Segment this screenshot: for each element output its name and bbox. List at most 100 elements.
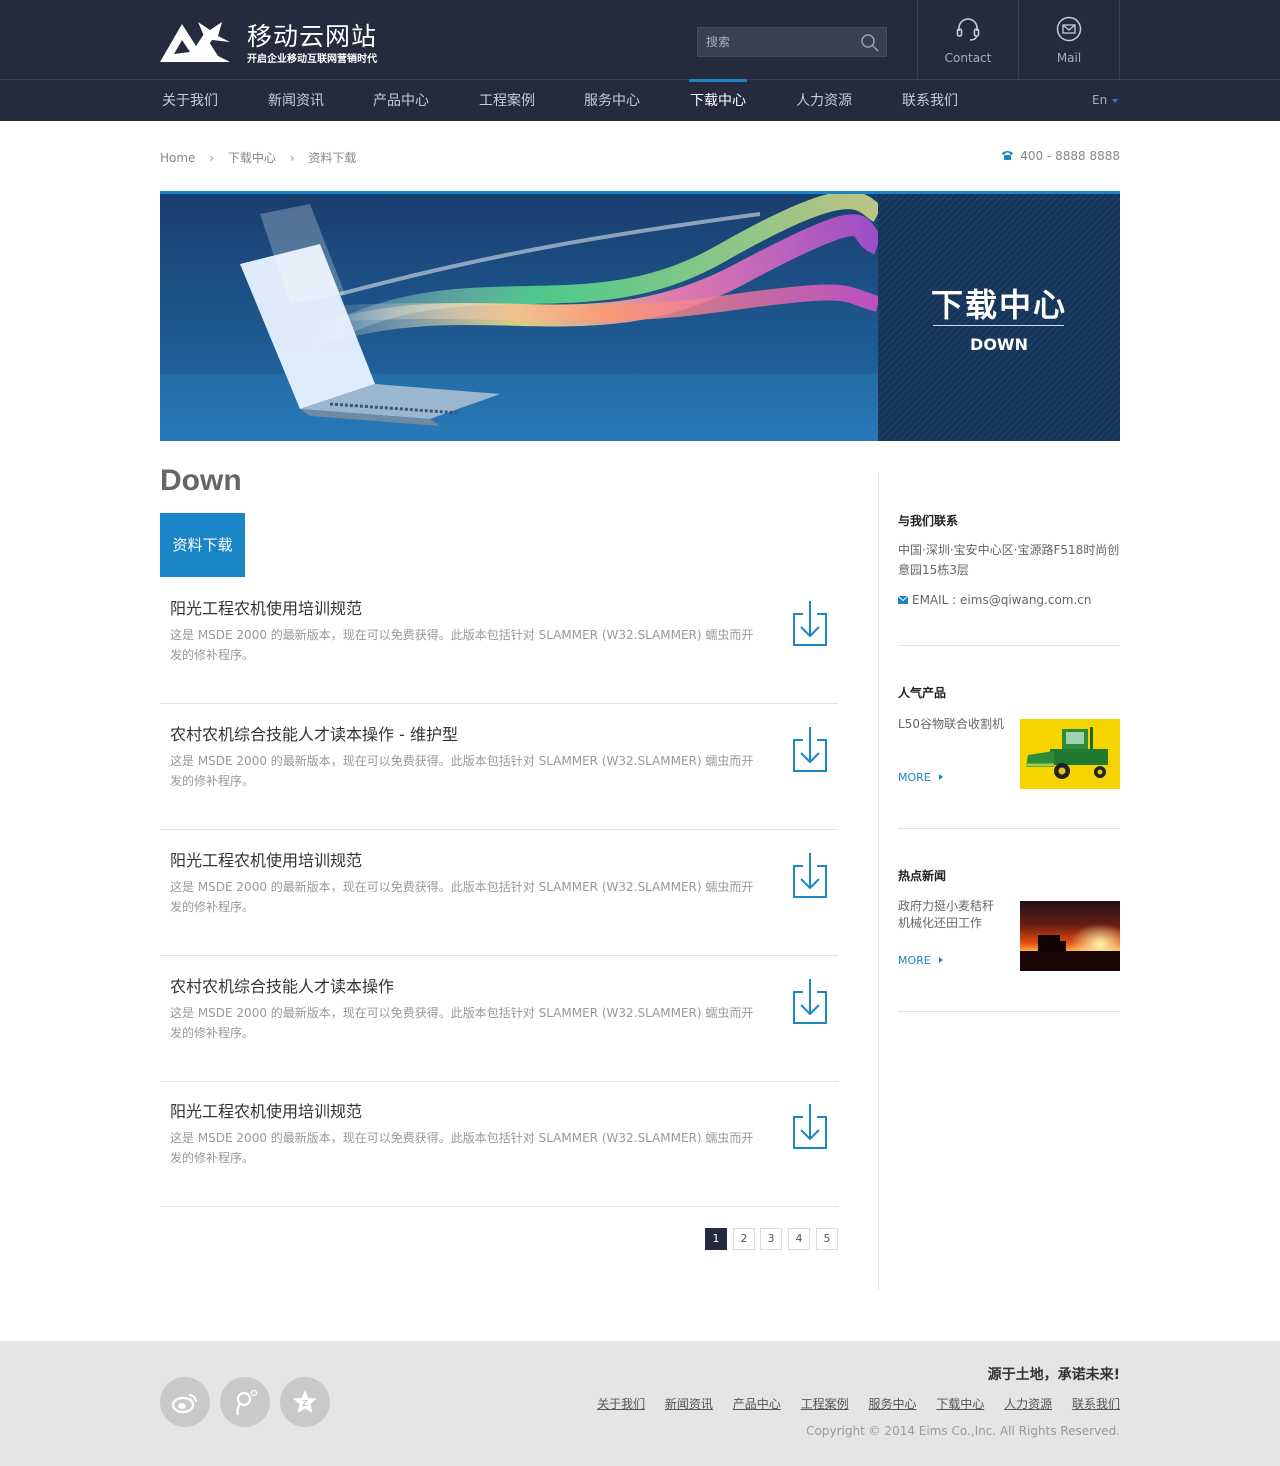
download-description: 这是 MSDE 2000 的最新版本，现在可以免费获得。此版本包括针对 SLAM… xyxy=(170,880,754,914)
laptop-light-image xyxy=(160,194,878,441)
caret-down-icon xyxy=(1112,98,1119,103)
logo-icon[interactable] xyxy=(160,20,230,62)
more-label: MORE xyxy=(898,954,931,967)
language-switcher[interactable]: En xyxy=(1092,93,1119,107)
sidebar-divider xyxy=(898,1011,1120,1012)
page-button-3[interactable]: 3 xyxy=(760,1228,782,1250)
footer-link-products[interactable]: 产品中心 xyxy=(733,1395,781,1412)
products-more-link[interactable]: MORE xyxy=(898,771,943,784)
list-item: 阳光工程农机使用培训规范 这是 MSDE 2000 的最新版本，现在可以免费获得… xyxy=(160,578,838,704)
page-button-1[interactable]: 1 xyxy=(705,1228,727,1250)
footer-link-cases[interactable]: 工程案例 xyxy=(801,1395,849,1412)
footer-link-download[interactable]: 下载中心 xyxy=(936,1395,984,1412)
contact-button[interactable]: Contact xyxy=(917,0,1018,80)
search-box xyxy=(697,27,887,57)
download-title[interactable]: 农村农机综合技能人才读本操作 xyxy=(170,973,394,997)
nav-item-hr[interactable]: 人力资源 xyxy=(779,81,869,121)
breadcrumb: Home › 下载中心 › 资料下载 xyxy=(160,149,356,166)
contact-heading: 与我们联系 xyxy=(898,514,959,528)
products-heading: 人气产品 xyxy=(898,686,947,700)
phone-icon xyxy=(1002,151,1014,160)
news-heading: 热点新闻 xyxy=(898,869,947,883)
download-description: 这是 MSDE 2000 的最新版本，现在可以免费获得。此版本包括针对 SLAM… xyxy=(170,1006,754,1040)
column-divider xyxy=(878,472,879,1290)
sunset-image xyxy=(1020,901,1120,971)
headset-icon xyxy=(956,18,980,41)
footer-link-news[interactable]: 新闻资讯 xyxy=(665,1395,713,1412)
banner-illustration xyxy=(160,194,878,441)
footer-link-hr[interactable]: 人力资源 xyxy=(1004,1395,1052,1412)
download-title[interactable]: 阳光工程农机使用培训规范 xyxy=(170,595,362,619)
list-item: 阳光工程农机使用培训规范 这是 MSDE 2000 的最新版本，现在可以免费获得… xyxy=(160,830,838,956)
nav-item-service[interactable]: 服务中心 xyxy=(567,81,657,121)
weibo-icon xyxy=(171,1394,197,1414)
product-name[interactable]: L50谷物联合收割机 xyxy=(898,714,1013,734)
envelope-icon xyxy=(898,596,908,604)
copyright: Copyright © 2014 Eims Co.,Inc. All Right… xyxy=(806,1424,1120,1438)
triangle-right-icon xyxy=(938,957,943,963)
list-item: 阳光工程农机使用培训规范 这是 MSDE 2000 的最新版本，现在可以免费获得… xyxy=(160,1081,838,1207)
download-title[interactable]: 阳光工程农机使用培训规范 xyxy=(170,1098,362,1122)
download-icon[interactable] xyxy=(791,1102,829,1150)
banner-title-panel: 下载中心 DOWN xyxy=(878,194,1120,441)
footer-link-about[interactable]: 关于我们 xyxy=(597,1395,645,1412)
main-nav: 关于我们 新闻资讯 产品中心 工程案例 服务中心 下载中心 人力资源 联系我们 xyxy=(0,79,1280,121)
page-button-5[interactable]: 5 xyxy=(816,1228,838,1250)
site-header: 移动云网站 开启企业移动互联网营销时代 Contact xyxy=(0,0,1280,121)
chevron-right-icon: › xyxy=(209,151,215,165)
mail-icon xyxy=(1056,16,1082,42)
news-more-link[interactable]: MORE xyxy=(898,954,943,967)
list-item: 农村农机综合技能人才读本操作 - 维护型 这是 MSDE 2000 的最新版本，… xyxy=(160,704,838,830)
breadcrumb-download-center[interactable]: 下载中心 xyxy=(228,149,276,166)
news-thumbnail[interactable] xyxy=(1020,901,1120,971)
page-banner: 下载中心 DOWN xyxy=(160,191,1120,441)
footer-link-service[interactable]: 服务中心 xyxy=(868,1395,916,1412)
download-icon[interactable] xyxy=(791,599,829,647)
footer-slogan: 源于土地，承诺未来! xyxy=(987,1367,1120,1383)
download-icon[interactable] xyxy=(791,725,829,773)
search-icon[interactable] xyxy=(860,33,880,53)
product-thumbnail[interactable] xyxy=(1020,719,1120,789)
contact-address: 中国·深圳·宝安中心区·宝源路F518时尚创意园15栋3层 xyxy=(898,543,1120,577)
breadcrumb-home[interactable]: Home xyxy=(160,151,195,165)
footer-links: 关于我们 新闻资讯 产品中心 工程案例 服务中心 下载中心 人力资源 联系我们 xyxy=(581,1395,1120,1412)
contact-email[interactable]: EMAIL : eims@qiwang.com.cn xyxy=(898,590,1092,610)
weibo-button[interactable] xyxy=(160,1377,210,1427)
download-title[interactable]: 农村农机综合技能人才读本操作 - 维护型 xyxy=(170,721,458,745)
breadcrumb-current: 资料下载 xyxy=(308,151,357,165)
site-footer: Z 源于土地，承诺未来! 关于我们 新闻资讯 产品中心 工程案例 服务中心 下载… xyxy=(0,1341,1280,1466)
tencent-weibo-button[interactable] xyxy=(220,1377,270,1427)
footer-link-contact[interactable]: 联系我们 xyxy=(1072,1395,1120,1412)
news-title[interactable]: 政府力挺小麦秸秆机械化还田工作 xyxy=(898,898,1003,932)
list-item: 农村农机综合技能人才读本操作 这是 MSDE 2000 的最新版本，现在可以免费… xyxy=(160,956,838,1082)
page-button-2[interactable]: 2 xyxy=(733,1228,755,1250)
nav-item-cases[interactable]: 工程案例 xyxy=(462,81,552,121)
contact-label: Contact xyxy=(944,51,992,65)
download-icon[interactable] xyxy=(791,977,829,1025)
site-slogan: 开启企业移动互联网营销时代 xyxy=(247,54,377,65)
nav-item-contact[interactable]: 联系我们 xyxy=(885,81,975,121)
favorite-button[interactable]: Z xyxy=(280,1377,330,1427)
svg-text:Z: Z xyxy=(302,1399,308,1408)
download-description: 这是 MSDE 2000 的最新版本，现在可以免费获得。此版本包括针对 SLAM… xyxy=(170,754,754,788)
nav-item-download[interactable]: 下载中心 xyxy=(673,79,763,121)
sidebar-divider xyxy=(898,645,1120,646)
download-title[interactable]: 阳光工程农机使用培训规范 xyxy=(170,847,362,871)
mail-label: Mail xyxy=(1056,51,1082,65)
nav-item-about[interactable]: 关于我们 xyxy=(145,81,235,121)
search-input[interactable] xyxy=(698,28,858,56)
download-description: 这是 MSDE 2000 的最新版本，现在可以免费获得。此版本包括针对 SLAM… xyxy=(170,628,754,662)
nav-item-news[interactable]: 新闻资讯 xyxy=(251,81,341,121)
download-icon[interactable] xyxy=(791,851,829,899)
chevron-right-icon: › xyxy=(289,151,295,165)
page-button-4[interactable]: 4 xyxy=(788,1228,810,1250)
hotline-number: 400 - 8888 8888 xyxy=(1020,149,1120,163)
mail-button[interactable]: Mail xyxy=(1018,0,1120,80)
favorite-star-icon: Z xyxy=(293,1390,317,1413)
more-label: MORE xyxy=(898,771,931,784)
site-title[interactable]: 移动云网站 xyxy=(247,17,377,53)
language-label: En xyxy=(1092,93,1108,107)
tab-materials-download[interactable]: 资料下载 xyxy=(160,513,245,577)
sidebar-divider xyxy=(898,828,1120,829)
nav-item-products[interactable]: 产品中心 xyxy=(356,81,446,121)
